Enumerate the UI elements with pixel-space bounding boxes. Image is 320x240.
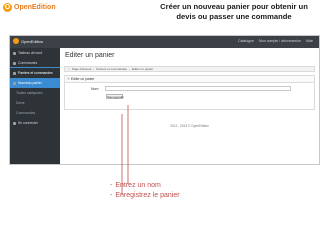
breadcrumb-item: Editer un panier [131, 67, 154, 71]
sidebar-item-orders[interactable]: Commandes [10, 58, 60, 68]
edit-cart-form: Nom Sauvegarder [64, 82, 315, 110]
openedition-brand: O OpenEdition [3, 3, 56, 12]
sidebar-item-all-categories[interactable]: Toutes catégories [10, 88, 60, 98]
note-text: Entrez un nom [115, 182, 161, 189]
cart-name-input[interactable] [105, 86, 291, 91]
chevron-right-icon: › [128, 67, 130, 71]
sidebar-item-label: Commandes [16, 111, 36, 115]
app-logo[interactable]: OpenEdition [13, 38, 43, 44]
app-topbar: OpenEdition Catalogue Mon compte / décon… [10, 36, 319, 48]
instruction-notes: - Entrez un nom - Enregistrez le panier [110, 181, 180, 201]
save-button[interactable]: Sauvegarder [106, 94, 124, 99]
app-screenshot: OpenEdition Catalogue Mon compte / décon… [9, 35, 320, 165]
sidebar-item-carts-orders[interactable]: Paniers et commandes [10, 67, 61, 79]
note-item: - Entrez un nom [110, 182, 161, 189]
app-logo-icon [13, 38, 19, 44]
sidebar-item-label: Paniers et commandes [18, 71, 53, 75]
tab-edit-cart[interactable]: ✎ Editer un panier [64, 75, 315, 82]
openedition-logo-icon: O [3, 3, 12, 12]
breadcrumb-item[interactable]: Page d'accueil [72, 67, 91, 71]
slide-title: Créer un nouveau panier pour obtenir un … [150, 2, 318, 22]
sidebar-item-login[interactable]: Se connecter [10, 118, 60, 128]
breadcrumb-item[interactable]: Paniers et commandes [96, 67, 127, 71]
slide-title-line-1: Créer un nouveau panier pour obtenir un [160, 2, 308, 11]
page-title: Editer un panier [65, 52, 115, 59]
main-content: Editer un panier ⌂ Page d'accueil › Pani… [60, 48, 319, 164]
sidebar-item-new-cart[interactable]: Nouveau panier [10, 78, 60, 88]
sidebar-item-label: Se connecter [18, 121, 38, 125]
slide-title-line-2: devis ou passer une commande [176, 12, 292, 21]
cart-icon [13, 71, 16, 75]
sidebar-item-label: Tableau de bord [18, 51, 43, 55]
sidebar: Tableau de bord Commandes Paniers et com… [10, 48, 61, 164]
tab-label: Editer un panier [71, 77, 95, 81]
name-label: Nom [91, 87, 99, 91]
app-logo-text: OpenEdition [21, 38, 44, 44]
login-icon [13, 121, 16, 125]
footer-copyright: 2012 - 2013 © OpenEdition [170, 124, 209, 128]
sidebar-item-label: Commandes [18, 61, 38, 65]
top-link-help[interactable]: Aide [306, 39, 313, 43]
home-icon: ⌂ [68, 67, 70, 71]
sidebar-item-dashboard[interactable]: Tableau de bord [10, 48, 60, 58]
sidebar-item-quotes[interactable]: Devis [10, 98, 60, 108]
note-item: - Enregistrez le panier [110, 192, 180, 199]
sidebar-item-label: Toutes catégories [16, 91, 43, 95]
brand-name: OpenEdition [14, 4, 56, 11]
sidebar-item-label: Devis [16, 101, 25, 105]
chevron-right-icon: › [93, 67, 95, 71]
orders-icon [13, 61, 16, 65]
top-links: Catalogue Mon compte / déconnexion Aide [238, 39, 313, 43]
sidebar-item-commands[interactable]: Commandes [10, 108, 60, 118]
chevron-right-icon [13, 81, 16, 85]
note-text: Enregistrez le panier [115, 192, 180, 199]
top-link-catalogue[interactable]: Catalogue [238, 39, 254, 43]
dashboard-icon [13, 51, 16, 55]
breadcrumb: ⌂ Page d'accueil › Paniers et commandes … [64, 66, 315, 72]
top-link-account[interactable]: Mon compte / déconnexion [259, 39, 301, 43]
sidebar-item-label: Nouveau panier [18, 81, 42, 85]
